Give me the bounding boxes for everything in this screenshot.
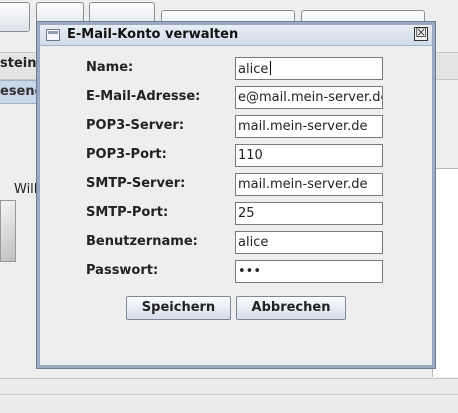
close-icon: ☒ [415, 26, 427, 41]
message-preview-text: Will [14, 182, 38, 197]
pop3-server-field[interactable]: mail.mein-server.de [235, 115, 383, 138]
toolbar-button-1[interactable] [0, 2, 30, 32]
status-divider [0, 394, 458, 395]
name-value: alice [238, 62, 269, 77]
pop3-server-label: POP3-Server: [86, 118, 185, 133]
email-field[interactable]: e@mail.mein-server.de [235, 86, 383, 109]
window-icon [46, 29, 60, 41]
close-button[interactable]: ☒ [414, 27, 428, 41]
cancel-button[interactable]: Abbrechen [236, 296, 346, 320]
dialog-title: E-Mail-Konto verwalten [67, 27, 239, 42]
text-caret [270, 61, 272, 75]
name-field[interactable]: alice [235, 57, 383, 80]
dialog-titlebar[interactable]: E-Mail-Konto verwalten ☒ [40, 25, 432, 46]
username-field[interactable]: alice [235, 231, 383, 254]
smtp-port-label: SMTP-Port: [86, 205, 169, 220]
status-bar [0, 378, 458, 413]
smtp-port-field[interactable]: 25 [235, 202, 383, 225]
username-label: Benutzername: [86, 234, 198, 249]
account-dialog: E-Mail-Konto verwalten ☒ Name: alice E-M… [37, 22, 435, 368]
pop3-port-label: POP3-Port: [86, 147, 167, 162]
smtp-server-field[interactable]: mail.mein-server.de [235, 173, 383, 196]
save-button[interactable]: Speichern [126, 296, 231, 320]
password-label: Passwort: [86, 263, 159, 278]
pop3-port-field[interactable]: 110 [235, 144, 383, 167]
smtp-server-label: SMTP-Server: [86, 176, 186, 191]
password-field[interactable]: ••• [235, 260, 383, 283]
message-panel [432, 168, 458, 377]
name-label: Name: [86, 60, 134, 75]
envelope-icon [0, 200, 16, 262]
email-label: E-Mail-Adresse: [86, 89, 201, 104]
